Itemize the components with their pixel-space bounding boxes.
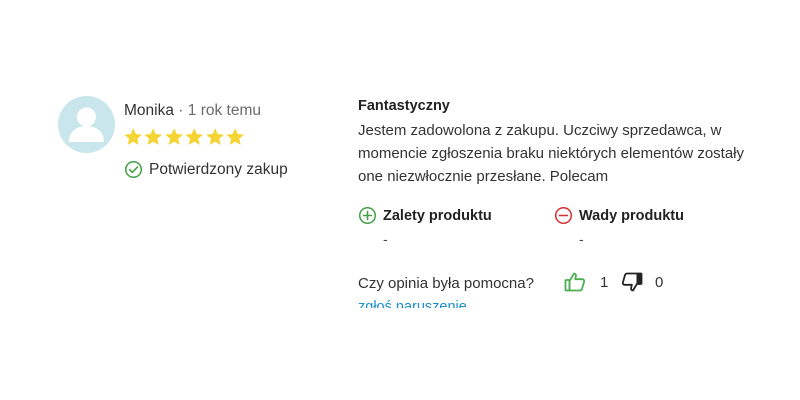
avatar bbox=[58, 96, 115, 153]
author-name: Monika bbox=[124, 102, 174, 119]
cons-value: - bbox=[579, 231, 584, 247]
review-body: Jestem zadowolona z zakupu. Uczciwy sprz… bbox=[358, 122, 745, 185]
helpful-down-count: 0 bbox=[655, 274, 664, 291]
review-time: 1 rok temu bbox=[187, 102, 261, 119]
cons-section: Wady produktu - bbox=[554, 206, 684, 247]
verified-label: Potwierdzony zakup bbox=[149, 160, 288, 178]
plus-circle-icon bbox=[358, 206, 377, 225]
star-rating bbox=[123, 127, 245, 149]
check-circle-icon bbox=[124, 160, 143, 179]
report-link-clip: zgłoś naruszenie bbox=[358, 298, 558, 308]
pros-label: Zalety produktu bbox=[383, 207, 492, 224]
cons-label: Wady produktu bbox=[579, 207, 684, 224]
report-abuse-link[interactable]: zgłoś naruszenie bbox=[358, 298, 467, 308]
helpful-up-count: 1 bbox=[600, 274, 609, 291]
minus-circle-icon bbox=[554, 206, 573, 225]
star-icon bbox=[124, 128, 142, 145]
review-author-line: Monika · 1 rok temu bbox=[124, 101, 261, 121]
review-title: Fantastyczny bbox=[358, 98, 450, 114]
thumb-up-icon[interactable] bbox=[563, 270, 587, 294]
review-card: Monika · 1 rok temu Potwierdzony zakup F… bbox=[0, 0, 800, 400]
star-icon bbox=[226, 128, 244, 145]
verified-purchase-badge: Potwierdzony zakup bbox=[124, 160, 288, 179]
author-separator: · bbox=[178, 102, 184, 119]
user-silhouette-icon bbox=[69, 107, 104, 142]
helpful-section: Czy opinia była pomocna? 1 0 bbox=[358, 270, 663, 296]
star-icon bbox=[205, 128, 224, 145]
pros-section: Zalety produktu - bbox=[358, 206, 492, 247]
star-icon bbox=[165, 128, 183, 145]
star-icon bbox=[185, 128, 204, 145]
thumb-down-icon[interactable] bbox=[620, 270, 644, 294]
star-icon bbox=[144, 128, 163, 145]
helpful-question: Czy opinia była pomocna? bbox=[358, 274, 534, 292]
pros-value: - bbox=[383, 231, 388, 247]
